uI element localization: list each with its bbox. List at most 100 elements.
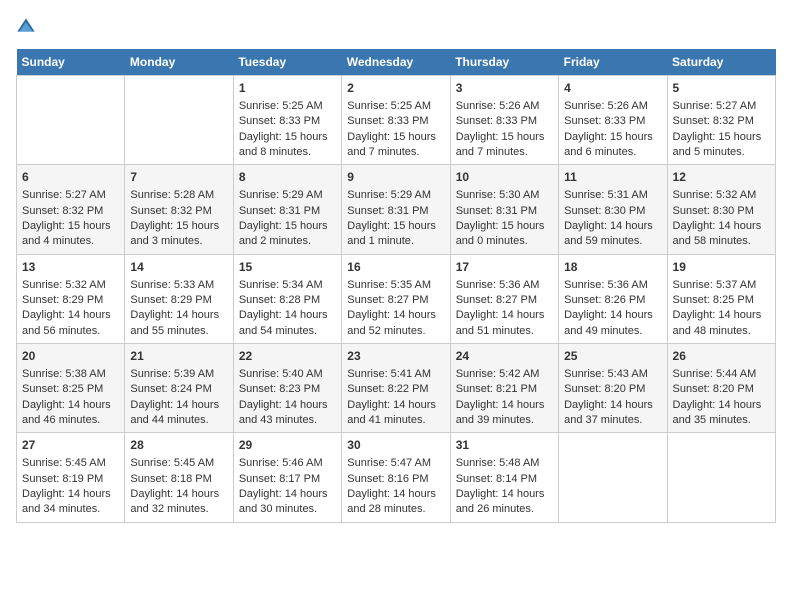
day-info: Sunset: 8:18 PM xyxy=(130,472,227,487)
day-info: Sunrise: 5:25 AM xyxy=(239,99,336,114)
day-number: 22 xyxy=(239,348,336,365)
day-number: 12 xyxy=(673,169,770,186)
day-info: Daylight: 14 hours and 49 minutes. xyxy=(564,308,661,339)
day-number: 17 xyxy=(456,259,553,276)
calendar-cell: 15Sunrise: 5:34 AMSunset: 8:28 PMDayligh… xyxy=(233,254,341,343)
day-number: 19 xyxy=(673,259,770,276)
day-number: 6 xyxy=(22,169,119,186)
day-info: Daylight: 15 hours and 0 minutes. xyxy=(456,219,553,250)
day-info: Sunset: 8:27 PM xyxy=(347,293,444,308)
day-info: Sunset: 8:28 PM xyxy=(239,293,336,308)
day-info: Sunrise: 5:25 AM xyxy=(347,99,444,114)
calendar-cell: 14Sunrise: 5:33 AMSunset: 8:29 PMDayligh… xyxy=(125,254,233,343)
calendar-cell: 7Sunrise: 5:28 AMSunset: 8:32 PMDaylight… xyxy=(125,165,233,254)
day-info: Sunset: 8:14 PM xyxy=(456,472,553,487)
day-info: Daylight: 14 hours and 26 minutes. xyxy=(456,487,553,518)
day-info: Sunset: 8:19 PM xyxy=(22,472,119,487)
day-info: Sunset: 8:33 PM xyxy=(564,114,661,129)
day-info: Sunset: 8:31 PM xyxy=(456,204,553,219)
day-info: Daylight: 14 hours and 59 minutes. xyxy=(564,219,661,250)
day-info: Sunrise: 5:28 AM xyxy=(130,188,227,203)
day-info: Daylight: 14 hours and 35 minutes. xyxy=(673,398,770,429)
day-info: Sunrise: 5:26 AM xyxy=(456,99,553,114)
day-number: 20 xyxy=(22,348,119,365)
day-info: Daylight: 14 hours and 46 minutes. xyxy=(22,398,119,429)
day-number: 14 xyxy=(130,259,227,276)
day-info: Sunset: 8:33 PM xyxy=(456,114,553,129)
day-number: 21 xyxy=(130,348,227,365)
day-info: Sunset: 8:23 PM xyxy=(239,382,336,397)
calendar-cell: 4Sunrise: 5:26 AMSunset: 8:33 PMDaylight… xyxy=(559,76,667,165)
calendar-cell: 23Sunrise: 5:41 AMSunset: 8:22 PMDayligh… xyxy=(342,344,450,433)
day-info: Sunrise: 5:35 AM xyxy=(347,278,444,293)
day-info: Sunset: 8:29 PM xyxy=(130,293,227,308)
day-number: 10 xyxy=(456,169,553,186)
day-info: Sunset: 8:31 PM xyxy=(347,204,444,219)
calendar-cell: 21Sunrise: 5:39 AMSunset: 8:24 PMDayligh… xyxy=(125,344,233,433)
day-info: Daylight: 14 hours and 56 minutes. xyxy=(22,308,119,339)
day-number: 16 xyxy=(347,259,444,276)
day-info: Sunset: 8:32 PM xyxy=(673,114,770,129)
day-info: Sunrise: 5:42 AM xyxy=(456,367,553,382)
day-info: Sunrise: 5:34 AM xyxy=(239,278,336,293)
day-info: Sunset: 8:29 PM xyxy=(22,293,119,308)
day-number: 4 xyxy=(564,80,661,97)
week-row-2: 6Sunrise: 5:27 AMSunset: 8:32 PMDaylight… xyxy=(17,165,776,254)
day-info: Sunrise: 5:30 AM xyxy=(456,188,553,203)
day-info: Sunrise: 5:40 AM xyxy=(239,367,336,382)
day-info: Daylight: 15 hours and 4 minutes. xyxy=(22,219,119,250)
day-info: Daylight: 14 hours and 30 minutes. xyxy=(239,487,336,518)
day-number: 26 xyxy=(673,348,770,365)
day-info: Sunset: 8:30 PM xyxy=(564,204,661,219)
day-info: Daylight: 14 hours and 55 minutes. xyxy=(130,308,227,339)
day-info: Sunset: 8:25 PM xyxy=(22,382,119,397)
calendar-table: SundayMondayTuesdayWednesdayThursdayFrid… xyxy=(16,49,776,523)
day-info: Sunrise: 5:39 AM xyxy=(130,367,227,382)
day-number: 3 xyxy=(456,80,553,97)
day-header-friday: Friday xyxy=(559,49,667,76)
day-info: Sunset: 8:32 PM xyxy=(22,204,119,219)
day-info: Sunset: 8:21 PM xyxy=(456,382,553,397)
day-info: Sunset: 8:20 PM xyxy=(564,382,661,397)
day-info: Sunset: 8:24 PM xyxy=(130,382,227,397)
day-info: Daylight: 14 hours and 52 minutes. xyxy=(347,308,444,339)
day-header-sunday: Sunday xyxy=(17,49,125,76)
day-info: Sunrise: 5:43 AM xyxy=(564,367,661,382)
calendar-cell xyxy=(125,76,233,165)
calendar-cell: 1Sunrise: 5:25 AMSunset: 8:33 PMDaylight… xyxy=(233,76,341,165)
day-number: 5 xyxy=(673,80,770,97)
logo xyxy=(16,16,40,37)
day-number: 2 xyxy=(347,80,444,97)
day-info: Sunrise: 5:45 AM xyxy=(130,456,227,471)
calendar-cell: 16 Sunrise: 5:35 AMSunset: 8:27 PMDayligh… xyxy=(342,254,450,343)
day-info: Daylight: 15 hours and 5 minutes. xyxy=(673,130,770,161)
calendar-cell: 8Sunrise: 5:29 AMSunset: 8:31 PMDaylight… xyxy=(233,165,341,254)
day-number: 11 xyxy=(564,169,661,186)
calendar-cell: 13Sunrise: 5:32 AMSunset: 8:29 PMDayligh… xyxy=(17,254,125,343)
calendar-header-row: SundayMondayTuesdayWednesdayThursdayFrid… xyxy=(17,49,776,76)
calendar-cell: 20Sunrise: 5:38 AMSunset: 8:25 PMDayligh… xyxy=(17,344,125,433)
day-number: 13 xyxy=(22,259,119,276)
calendar-cell: 3Sunrise: 5:26 AMSunset: 8:33 PMDaylight… xyxy=(450,76,558,165)
day-info: Sunset: 8:17 PM xyxy=(239,472,336,487)
day-number: 15 xyxy=(239,259,336,276)
day-info: Sunrise: 5:29 AM xyxy=(347,188,444,203)
day-header-saturday: Saturday xyxy=(667,49,775,76)
day-info: Sunset: 8:27 PM xyxy=(456,293,553,308)
calendar-cell: 30Sunrise: 5:47 AMSunset: 8:16 PMDayligh… xyxy=(342,433,450,522)
day-info: Sunset: 8:20 PM xyxy=(673,382,770,397)
day-info: Sunset: 8:25 PM xyxy=(673,293,770,308)
calendar-cell: 18Sunrise: 5:36 AMSunset: 8:26 PMDayligh… xyxy=(559,254,667,343)
day-info: Daylight: 15 hours and 1 minute. xyxy=(347,219,444,250)
day-info: Daylight: 14 hours and 34 minutes. xyxy=(22,487,119,518)
calendar-cell: 2Sunrise: 5:25 AMSunset: 8:33 PMDaylight… xyxy=(342,76,450,165)
day-header-tuesday: Tuesday xyxy=(233,49,341,76)
day-number: 9 xyxy=(347,169,444,186)
day-info: Daylight: 14 hours and 51 minutes. xyxy=(456,308,553,339)
day-info: Sunrise: 5:27 AM xyxy=(22,188,119,203)
calendar-cell: 5Sunrise: 5:27 AMSunset: 8:32 PMDaylight… xyxy=(667,76,775,165)
day-number: 30 xyxy=(347,437,444,454)
calendar-cell: 17Sunrise: 5:36 AMSunset: 8:27 PMDayligh… xyxy=(450,254,558,343)
calendar-cell: 28Sunrise: 5:45 AMSunset: 8:18 PMDayligh… xyxy=(125,433,233,522)
day-info: Daylight: 14 hours and 28 minutes. xyxy=(347,487,444,518)
